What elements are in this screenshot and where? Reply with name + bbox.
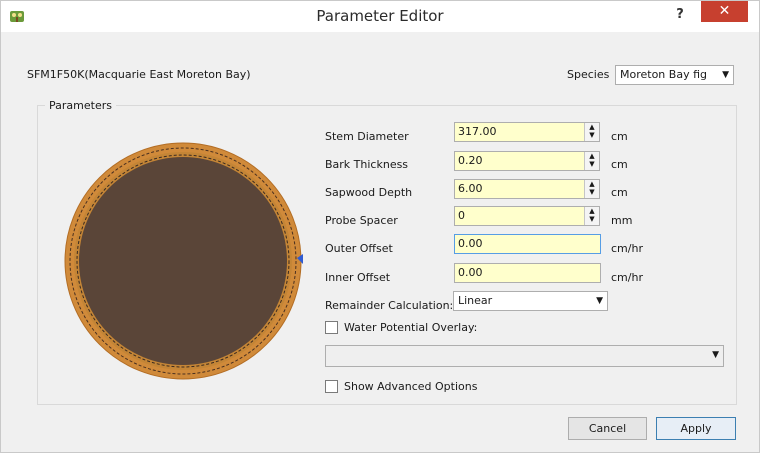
water-potential-overlay-dropdown[interactable]: ▼	[325, 345, 724, 367]
species-label: Species	[567, 68, 610, 81]
apply-button[interactable]: Apply	[656, 417, 736, 440]
show-advanced-options-checkbox[interactable]	[325, 380, 338, 393]
bark-thickness-label: Bark Thickness	[325, 158, 409, 171]
bark-thickness-value: 0.20	[458, 154, 483, 167]
probe-spacer-value: 0	[458, 209, 465, 222]
stem-diameter-label: Stem Diameter	[325, 130, 409, 143]
sapwood-depth-unit: cm	[611, 186, 628, 199]
probe-spacer-label: Probe Spacer	[325, 214, 398, 227]
inner-offset-label: Inner Offset	[325, 271, 391, 284]
outer-offset-input[interactable]: 0.00	[454, 234, 601, 254]
outer-offset-label: Outer Offset	[325, 242, 393, 255]
show-advanced-options-label: Show Advanced Options	[344, 380, 478, 393]
remainder-calculation-dropdown[interactable]: Linear ▼	[453, 291, 608, 311]
close-button[interactable]: ✕	[701, 1, 748, 22]
spin-arrows-icon[interactable]: ▲ ▼	[584, 123, 599, 141]
chevron-down-icon: ▼	[596, 296, 603, 306]
stem-cross-section	[64, 142, 303, 380]
spin-arrows-icon[interactable]: ▲ ▼	[584, 180, 599, 198]
water-potential-overlay-checkbox[interactable]	[325, 321, 338, 334]
spin-arrows-icon[interactable]: ▲ ▼	[584, 207, 599, 225]
outer-offset-value: 0.00	[458, 237, 483, 250]
species-value: Moreton Bay fig	[620, 68, 707, 81]
stem-diameter-value: 317.00	[458, 125, 497, 138]
sapwood-depth-input[interactable]: 6.00 ▲ ▼	[454, 179, 600, 199]
sapwood-depth-label: Sapwood Depth	[325, 186, 413, 199]
heartwood	[79, 157, 287, 365]
window-title: Parameter Editor	[316, 7, 444, 25]
stem-diameter-input[interactable]: 317.00 ▲ ▼	[454, 122, 600, 142]
chevron-down-icon: ▼	[712, 350, 719, 360]
sapwood-depth-value: 6.00	[458, 182, 483, 195]
probe-spacer-unit: mm	[611, 214, 633, 227]
spin-arrows-icon[interactable]: ▲ ▼	[584, 152, 599, 170]
title-bar: Parameter Editor ? ✕	[1, 1, 759, 32]
water-potential-overlay-label: Water Potential Overlay:	[344, 321, 478, 334]
remainder-calculation-value: Linear	[458, 294, 493, 307]
chevron-down-icon: ▼	[722, 70, 729, 80]
inner-offset-input[interactable]: 0.00	[454, 263, 601, 283]
bark-thickness-unit: cm	[611, 158, 628, 171]
parameters-group-title: Parameters	[45, 99, 116, 112]
inner-offset-unit: cm/hr	[611, 271, 643, 284]
probe-spacer-input[interactable]: 0 ▲ ▼	[454, 206, 600, 226]
stem-diameter-unit: cm	[611, 130, 628, 143]
species-dropdown[interactable]: Moreton Bay fig ▼	[615, 65, 734, 85]
inner-offset-value: 0.00	[458, 266, 483, 279]
outer-offset-unit: cm/hr	[611, 242, 643, 255]
bark-thickness-input[interactable]: 0.20 ▲ ▼	[454, 151, 600, 171]
sensor-name: SFM1F50K(Macquarie East Moreton Bay)	[27, 68, 251, 81]
parameter-editor-window: Parameter Editor ? ✕ SFM1F50K(Macquarie …	[0, 0, 760, 453]
remainder-calculation-label: Remainder Calculation:	[325, 299, 454, 312]
cancel-button[interactable]: Cancel	[568, 417, 647, 440]
help-button[interactable]: ?	[669, 5, 691, 27]
